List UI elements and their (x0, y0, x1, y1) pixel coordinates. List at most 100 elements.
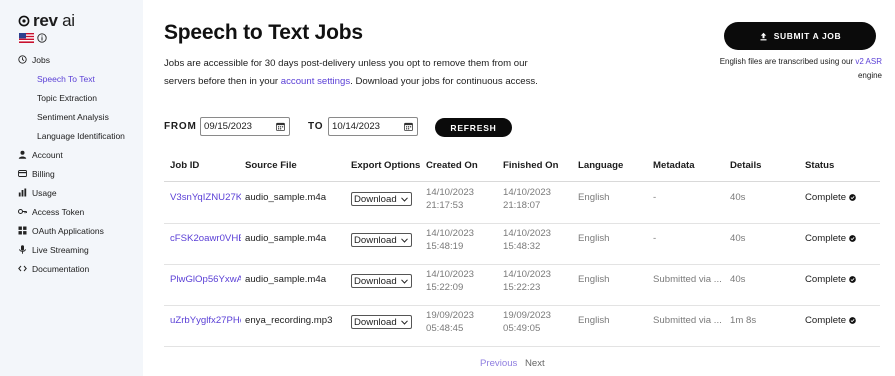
check-circle-icon (849, 194, 856, 201)
column-header-job-id[interactable]: Job ID (170, 160, 199, 171)
sidebar-item-jobs[interactable]: Jobs (0, 50, 143, 69)
jobs-table-header: Job ID Source File Export Options Create… (164, 158, 880, 182)
source-file: enya_recording.mp3 (245, 315, 333, 326)
export-select[interactable]: Download (351, 192, 412, 206)
calendar-icon[interactable] (404, 122, 413, 131)
to-date-input[interactable]: 10/14/2023 (328, 117, 418, 136)
created-on: 14/10/2023 15:48:19 (426, 228, 475, 252)
clock-icon (18, 55, 27, 64)
source-file: audio_sample.m4a (245, 274, 327, 285)
user-icon (18, 150, 27, 159)
rev-ai-logo[interactable]: rev ai (18, 12, 75, 29)
status-badge: Complete (805, 274, 856, 285)
check-circle-icon (849, 276, 856, 283)
table-row[interactable]: cFSK2oawr0VHB audio_sample.m4a Download … (164, 224, 880, 265)
to-label: TO (308, 121, 324, 132)
column-header-language[interactable]: Language (578, 160, 623, 171)
sidebar-item-label: Access Token (32, 206, 85, 217)
refresh-button[interactable]: REFRESH (435, 118, 512, 137)
sidebar-item-label: Billing (32, 168, 55, 179)
calendar-icon[interactable] (276, 122, 285, 131)
table-row[interactable]: uZrbYyglfx27PHd enya_recording.mp3 Downl… (164, 306, 880, 347)
finished-on: 14/10/2023 15:22:23 (503, 269, 552, 293)
status-badge: Complete (805, 233, 856, 244)
metadata: Submitted via ... (653, 315, 722, 326)
language: English (578, 315, 610, 326)
source-file: audio_sample.m4a (245, 233, 327, 244)
export-select[interactable]: Download (351, 274, 412, 288)
us-flag-icon[interactable] (19, 33, 34, 43)
job-id-link[interactable]: uZrbYyglfx27PHd (170, 315, 241, 326)
sidebar-item-oauth-applications[interactable]: OAuth Applications (0, 221, 143, 240)
previous-page-link[interactable]: Previous (480, 358, 517, 369)
asr-engine-note: English files are transcribed using our … (719, 57, 882, 80)
sidebar-item-usage[interactable]: Usage (0, 183, 143, 202)
from-date-input[interactable]: 09/15/2023 (200, 117, 290, 136)
upload-icon (760, 32, 767, 40)
status-badge: Complete (805, 192, 856, 203)
logo-text: rev ai (33, 11, 75, 30)
language: English (578, 274, 610, 285)
sidebar-item-label: OAuth Applications (32, 225, 104, 236)
metadata: Submitted via ... (653, 274, 722, 285)
page-title: Speech to Text Jobs (164, 21, 363, 44)
submit-job-label: SUBMIT A JOB (773, 31, 842, 41)
from-date-value: 09/15/2023 (204, 121, 253, 132)
metadata: - (653, 233, 657, 244)
chevron-down-icon (401, 319, 408, 325)
column-header-status[interactable]: Status (805, 160, 834, 171)
finished-on: 14/10/2023 21:18:07 (503, 187, 552, 211)
sidebar-item-label: Jobs (32, 54, 50, 65)
language: English (578, 192, 610, 203)
column-header-export-options[interactable]: Export Options (351, 160, 420, 171)
sidebar-item-label: Live Streaming (32, 244, 89, 255)
sidebar-item-live-streaming[interactable]: Live Streaming (0, 240, 143, 259)
sidebar-item-label: Usage (32, 187, 57, 198)
chevron-down-icon (401, 278, 408, 284)
details: 1m 8s (730, 315, 757, 326)
sidebar-item-sentiment-analysis[interactable]: Sentiment Analysis (0, 107, 143, 126)
sidebar-item-account[interactable]: Account (0, 145, 143, 164)
table-row[interactable]: V3snYqIZNU27KM audio_sample.m4a Download… (164, 183, 880, 224)
sidebar-item-speech-to-text[interactable]: Speech To Text (0, 69, 143, 88)
check-circle-icon (849, 317, 856, 324)
v2-asr-link[interactable]: v2 ASR (855, 57, 882, 66)
table-row[interactable]: PlwGlOp56YxwA audio_sample.m4a Download … (164, 265, 880, 306)
column-header-created-on[interactable]: Created On (426, 160, 478, 171)
account-settings-link[interactable]: account settings (281, 76, 350, 87)
language: English (578, 233, 610, 244)
microphone-icon (18, 245, 27, 254)
grid-icon (18, 226, 27, 235)
column-header-details[interactable]: Details (730, 160, 761, 171)
sidebar: rev ai Jobs Speech To Text Topic Extract… (0, 0, 143, 376)
created-on: 14/10/2023 15:22:09 (426, 269, 475, 293)
rev-logo-mark-icon (18, 15, 30, 26)
next-page-link[interactable]: Next (525, 358, 545, 369)
metadata: - (653, 192, 657, 203)
export-select[interactable]: Download (351, 315, 412, 329)
key-icon (18, 207, 27, 216)
created-on: 14/10/2023 21:17:53 (426, 187, 475, 211)
to-date-value: 10/14/2023 (332, 121, 381, 132)
code-icon (18, 264, 27, 273)
credit-card-icon (18, 169, 27, 178)
sidebar-item-documentation[interactable]: Documentation (0, 259, 143, 278)
column-header-finished-on[interactable]: Finished On (503, 160, 558, 171)
chevron-down-icon (401, 196, 408, 202)
sidebar-nav: Jobs Speech To Text Topic Extraction Sen… (0, 50, 143, 278)
job-id-link[interactable]: V3snYqIZNU27KM (170, 192, 241, 203)
intro-text: Jobs are accessible for 30 days post-del… (164, 58, 538, 87)
export-select[interactable]: Download (351, 233, 412, 247)
sidebar-item-label: Documentation (32, 263, 90, 274)
sidebar-item-topic-extraction[interactable]: Topic Extraction (0, 88, 143, 107)
sidebar-item-billing[interactable]: Billing (0, 164, 143, 183)
submit-job-button[interactable]: SUBMIT A JOB (724, 22, 876, 50)
info-icon[interactable] (37, 33, 47, 43)
from-label: FROM (164, 121, 197, 132)
sidebar-item-language-identification[interactable]: Language Identification (0, 126, 143, 145)
sidebar-item-access-token[interactable]: Access Token (0, 202, 143, 221)
job-id-link[interactable]: PlwGlOp56YxwA (170, 274, 241, 285)
column-header-metadata[interactable]: Metadata (653, 160, 695, 171)
job-id-link[interactable]: cFSK2oawr0VHB (170, 233, 241, 244)
column-header-source-file[interactable]: Source File (245, 160, 297, 171)
